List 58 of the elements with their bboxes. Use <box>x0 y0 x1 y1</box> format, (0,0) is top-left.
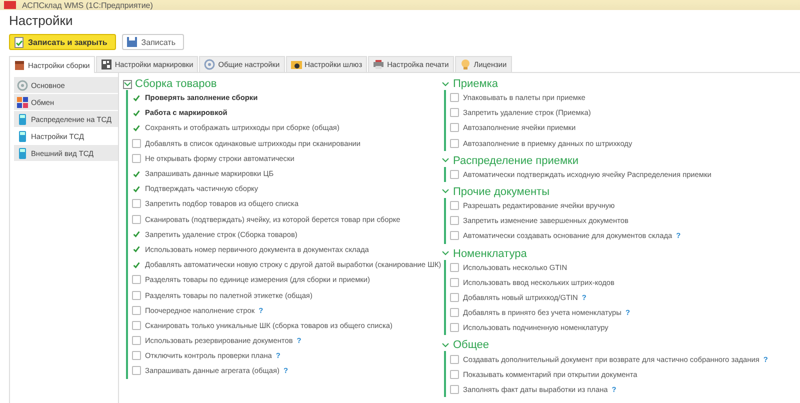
checkbox[interactable] <box>450 231 459 240</box>
checkbox[interactable] <box>132 275 141 284</box>
checkbox[interactable] <box>450 323 459 332</box>
checkbox[interactable] <box>450 93 459 102</box>
checkbox[interactable] <box>450 108 459 118</box>
chevron-down-icon[interactable] <box>442 82 449 86</box>
checkbox[interactable] <box>132 320 141 330</box>
gear-icon <box>17 80 28 90</box>
handheld-device-icon <box>17 130 28 142</box>
qr-code-icon <box>100 59 112 70</box>
checkbox[interactable] <box>450 138 459 148</box>
chevron-down-icon[interactable] <box>442 251 449 256</box>
checkbox[interactable] <box>132 123 141 132</box>
handheld-device-icon <box>17 148 28 158</box>
checkbox[interactable] <box>132 138 141 148</box>
checkbox[interactable] <box>132 260 141 270</box>
printer-icon <box>373 59 384 70</box>
checkbox[interactable] <box>450 292 459 302</box>
checkbox[interactable] <box>132 214 141 224</box>
chevron-down-icon[interactable] <box>442 342 449 348</box>
checkbox[interactable] <box>450 262 459 272</box>
checkbox[interactable] <box>132 169 141 178</box>
window-title: АСПСклад WMS (1С:Предприятие) <box>22 0 153 10</box>
checkbox[interactable] <box>450 201 459 210</box>
checkbox[interactable] <box>132 336 141 346</box>
box-icon <box>14 60 25 70</box>
checkbox[interactable] <box>450 170 459 179</box>
handheld-device-icon <box>17 114 28 124</box>
checkbox[interactable] <box>132 199 141 208</box>
folder-gear-icon <box>290 59 302 70</box>
lightbulb-icon <box>460 59 471 70</box>
save-button[interactable]: Записать <box>122 34 184 50</box>
checkbox[interactable] <box>132 230 141 239</box>
chevron-down-icon[interactable] <box>442 158 449 164</box>
save-and-close-button[interactable]: Записать и закрыть <box>9 34 116 50</box>
checkbox[interactable] <box>132 244 141 254</box>
checkbox[interactable] <box>132 351 141 360</box>
checkbox[interactable] <box>132 108 141 118</box>
gear-icon <box>204 59 216 70</box>
checkbox[interactable] <box>450 384 459 394</box>
document-check-icon <box>14 36 24 48</box>
checkbox[interactable] <box>132 306 141 315</box>
checkbox[interactable] <box>450 278 459 287</box>
checkbox[interactable] <box>450 354 459 364</box>
checkbox[interactable] <box>450 308 459 318</box>
checkbox[interactable] <box>132 366 141 376</box>
checkbox[interactable] <box>132 93 141 102</box>
page-title: Настройки <box>9 13 74 28</box>
chevron-down-icon[interactable] <box>442 189 449 194</box>
checkbox[interactable] <box>132 290 141 300</box>
app-logo-icon <box>4 1 16 9</box>
checkbox[interactable] <box>132 154 141 163</box>
checkbox[interactable] <box>132 184 141 194</box>
checkbox[interactable] <box>450 216 459 226</box>
squares-icon <box>17 96 28 108</box>
checkbox[interactable] <box>450 370 459 379</box>
checkbox[interactable] <box>450 123 459 132</box>
chevron-down-icon[interactable] <box>124 82 131 86</box>
